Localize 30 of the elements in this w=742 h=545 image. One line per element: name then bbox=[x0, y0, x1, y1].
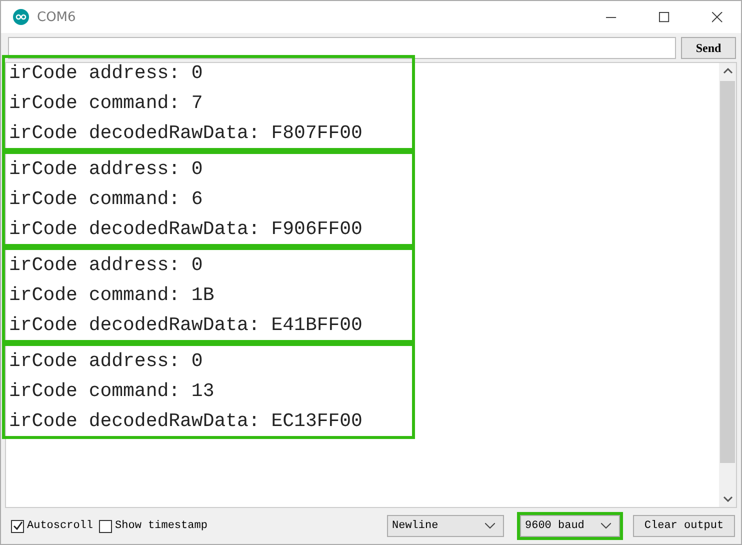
send-button[interactable]: Send bbox=[681, 37, 736, 59]
output-line: irCode decodedRawData: F906FF00 bbox=[9, 217, 362, 242]
checkbox-label: Autoscroll bbox=[27, 520, 94, 532]
output-line: irCode address: 0 bbox=[9, 253, 204, 278]
output-line: irCode command: 13 bbox=[9, 379, 216, 404]
app-logo-icon bbox=[13, 9, 29, 25]
window-title: COM6 bbox=[37, 10, 76, 24]
baud-rate-dropdown[interactable]: 9600 baud bbox=[520, 515, 620, 537]
scroll-down-icon[interactable] bbox=[722, 496, 732, 502]
output-line: irCode decodedRawData: E41BFF00 bbox=[9, 313, 362, 338]
checkbox[interactable] bbox=[11, 520, 24, 532]
output-line: irCode address: 0 bbox=[9, 61, 204, 86]
output-line: irCode command: 6 bbox=[9, 187, 204, 212]
caret-icon bbox=[601, 523, 611, 529]
scrollbar[interactable] bbox=[719, 63, 736, 507]
checkbox[interactable] bbox=[99, 520, 112, 532]
output-line: irCode command: 7 bbox=[9, 91, 204, 116]
line-ending-dropdown[interactable]: Newline bbox=[387, 515, 504, 537]
caret-icon bbox=[485, 523, 495, 529]
output-line: irCode address: 0 bbox=[9, 157, 204, 182]
output-line: irCode command: 1B bbox=[9, 283, 216, 308]
output-line: irCode decodedRawData: F807FF00 bbox=[9, 121, 362, 146]
close-icon[interactable] bbox=[712, 12, 723, 22]
message-input[interactable] bbox=[8, 37, 676, 59]
output-line: irCode decodedRawData: EC13FF00 bbox=[9, 409, 362, 434]
scroll-up-icon[interactable] bbox=[722, 68, 732, 74]
clear-output-button[interactable]: Clear output bbox=[633, 515, 735, 537]
checkbox-label: Show timestamp bbox=[115, 520, 208, 532]
maximize-icon[interactable] bbox=[659, 12, 670, 22]
output-line: irCode address: 0 bbox=[9, 349, 204, 374]
